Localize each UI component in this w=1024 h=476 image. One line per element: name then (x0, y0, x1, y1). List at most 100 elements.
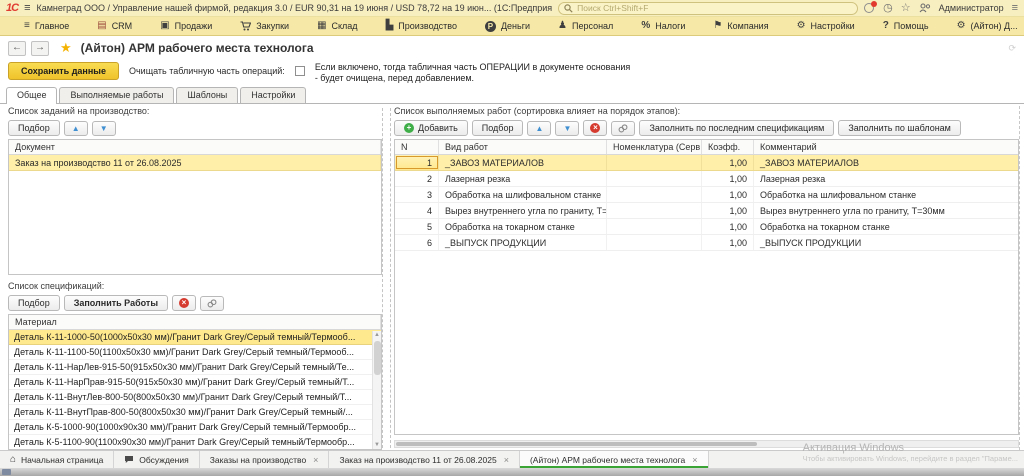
history-icon[interactable]: ◷ (883, 3, 893, 14)
menu-item-kompaniya[interactable]: ⚑Компания (699, 21, 782, 31)
koeff-cell: 1,00 (702, 219, 754, 234)
list-item[interactable]: Деталь К-11-ВнутПрав-800-50(800х50х30 мм… (9, 405, 381, 420)
materials-vertical-scrollbar[interactable]: ▲ ▼ (372, 331, 381, 449)
save-data-button[interactable]: Сохранить данные (8, 62, 119, 80)
works-move-up-button[interactable]: ▲ (527, 121, 551, 136)
orders-table-header: Документ (9, 140, 381, 155)
fill-by-templates-button[interactable]: Заполнить по шаблонам (838, 120, 961, 136)
table-row[interactable]: 5 Обработка на токарном станке 1,00 Обра… (395, 219, 1018, 235)
work-kind-cell: _ЗАВОЗ МАТЕРИАЛОВ (439, 155, 607, 170)
scrollbar-thumb[interactable] (396, 442, 757, 446)
table-row[interactable]: 2 Лазерная резка 1,00 Лазерная резка (395, 171, 1018, 187)
menu-item-glavnoe[interactable]: ≡Главное (10, 21, 83, 31)
specs-delete-button[interactable]: × (172, 295, 196, 311)
scroll-up-icon[interactable]: ▲ (374, 331, 380, 339)
column-material: Материал (9, 315, 381, 329)
works-pick-button[interactable]: Подбор (472, 120, 524, 136)
favorite-star-icon[interactable]: ★ (60, 40, 72, 56)
specs-pick-button[interactable]: Подбор (8, 295, 60, 311)
current-user[interactable]: Администратор (939, 3, 1004, 13)
list-item[interactable]: Деталь К-11-НарЛев-915-50(915х50х30 мм)/… (9, 360, 381, 375)
works-link-button[interactable] (611, 121, 635, 136)
works-move-down-button[interactable]: ▼ (555, 121, 579, 136)
works-horizontal-scrollbar[interactable] (394, 440, 1019, 448)
table-row[interactable]: 4 Вырез внутреннего угла по граниту, Т=3… (395, 203, 1018, 219)
orders-pick-button[interactable]: Подбор (8, 120, 60, 136)
forward-button[interactable]: → (31, 41, 49, 56)
list-item[interactable]: Деталь К-5-1000-90(1000х90х30 мм)/Гранит… (9, 420, 381, 435)
table-row[interactable]: 1 _ЗАВОЗ МАТЕРИАЛОВ 1,00 _ЗАВОЗ МАТЕРИАЛ… (395, 155, 1018, 171)
footer-tab-order-11[interactable]: Заказ на производство 11 от 26.08.2025 × (329, 451, 520, 468)
user-icon[interactable] (919, 3, 931, 13)
back-button[interactable]: ← (8, 41, 26, 56)
arrow-down-icon: ▼ (564, 124, 572, 133)
orders-move-down-button[interactable]: ▼ (92, 121, 116, 136)
close-icon[interactable]: × (504, 455, 509, 465)
list-item[interactable]: Деталь К-11-1000-50(1000х50х30 мм)/Грани… (9, 330, 381, 345)
close-icon[interactable]: × (692, 455, 697, 465)
menu-item-crm[interactable]: ▤CRM (83, 21, 146, 31)
fill-works-button[interactable]: Заполнить Работы (64, 295, 168, 311)
menu-item-nastroyki[interactable]: ⚙Настройки (783, 21, 869, 31)
scrollbar-thumb[interactable] (374, 341, 381, 375)
menu-label: CRM (112, 21, 133, 31)
tab-shablony[interactable]: Шаблоны (176, 87, 238, 103)
menu-item-dengi[interactable]: РДеньги (471, 21, 544, 32)
notifications-icon[interactable] (864, 3, 875, 14)
service-menu-icon[interactable]: ≡ (1012, 3, 1018, 14)
comment-cell: _ЗАВОЗ МАТЕРИАЛОВ (754, 155, 1018, 170)
footer-tab-orders-list[interactable]: Заказы на производство × (200, 451, 330, 468)
list-item[interactable]: Деталь К-11-1100-50(1100х50х30 мм)/Грани… (9, 345, 381, 360)
tab-vypolnyaemye-raboty[interactable]: Выполняемые работы (59, 87, 174, 103)
comment-cell: _ВЫПУСК ПРОДУКЦИИ (754, 235, 1018, 250)
form-header: ← → ★ (Айтон) АРМ рабочего места техноло… (0, 36, 1024, 60)
table-row[interactable]: Заказ на производство 11 от 26.08.2025 (9, 155, 381, 171)
menu-item-proizvodstvo[interactable]: ▙Производство (372, 21, 471, 31)
list-item[interactable]: Деталь К-11-ВнутЛев-800-50(800х50х30 мм)… (9, 390, 381, 405)
arrow-up-icon: ▲ (72, 124, 80, 133)
menu-label: Склад (332, 21, 358, 31)
main-menu-icon[interactable]: ≡ (24, 2, 30, 14)
warehouse-icon: ▦ (317, 21, 326, 31)
specs-link-button[interactable] (200, 296, 224, 311)
menu-item-personal[interactable]: ♟Персонал (544, 21, 627, 31)
menu-item-prodazhi[interactable]: ▣Продажи (146, 21, 226, 31)
tab-nastroyki[interactable]: Настройки (240, 87, 306, 103)
list-item[interactable]: Деталь К-11-НарПрав-915-50(915х50х30 мм)… (9, 375, 381, 390)
column-document: Документ (9, 140, 381, 154)
scroll-down-icon[interactable]: ▼ (374, 441, 380, 449)
work-kind-cell: Обработка на шлифовальном станке (439, 187, 607, 202)
global-search-input[interactable]: Поиск Ctrl+Shift+F (558, 2, 858, 15)
people-icon: ♟ (558, 21, 567, 31)
footer-tab-arm-technologist[interactable]: (Айтон) АРМ рабочего места технолога × (520, 451, 709, 468)
add-row-button[interactable]: +Добавить (394, 120, 468, 136)
tab-obschee[interactable]: Общее (6, 87, 57, 104)
panel-splitter[interactable] (382, 108, 391, 448)
link-icon (207, 299, 217, 308)
menu-item-zakupki[interactable]: Закупки (226, 21, 303, 31)
koeff-cell: 1,00 (702, 235, 754, 250)
favorites-icon[interactable]: ☆ (901, 3, 911, 14)
footer-tab-discussions[interactable]: Обсуждения (114, 451, 199, 468)
menu-item-ayton[interactable]: ⚙(Айтон) Д... (943, 21, 1024, 31)
refresh-icon[interactable]: ⟳ (1008, 43, 1016, 54)
menu-item-nalogi[interactable]: %Налоги (627, 21, 699, 31)
table-row[interactable]: 6 _ВЫПУСК ПРОДУКЦИИ 1,00 _ВЫПУСК ПРОДУКЦ… (395, 235, 1018, 251)
list-item[interactable]: Деталь К-5-1100-90(1100х90х30 мм)/Гранит… (9, 435, 381, 450)
column-vid-rabot: Вид работ (439, 140, 607, 154)
footer-tab-label: Заказ на производство 11 от 26.08.2025 (339, 455, 496, 465)
flag-icon: ⚑ (713, 21, 722, 31)
nomenclature-cell (607, 155, 702, 170)
window-title: Камнеград ООО / Управление нашей фирмой,… (36, 3, 552, 13)
table-row[interactable]: 3 Обработка на шлифовальном станке 1,00 … (395, 187, 1018, 203)
close-icon[interactable]: × (313, 455, 318, 465)
help-icon: ? (883, 21, 889, 31)
orders-move-up-button[interactable]: ▲ (64, 121, 88, 136)
fill-by-specs-button[interactable]: Заполнить по последним спецификациям (639, 120, 834, 136)
works-delete-button[interactable]: × (583, 120, 607, 136)
1c-logo: 1С (6, 2, 18, 14)
clear-operations-checkbox[interactable] (295, 66, 305, 76)
footer-tab-home[interactable]: ⌂ Начальная страница (0, 451, 114, 468)
menu-item-sklad[interactable]: ▦ Склад (303, 21, 372, 31)
menu-item-pomosch[interactable]: ?Помощь (869, 21, 943, 31)
